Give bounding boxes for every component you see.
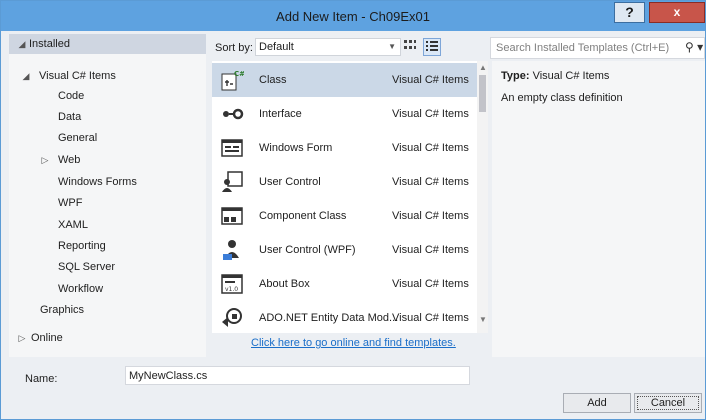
tree-item-xaml[interactable]: XAML bbox=[58, 215, 88, 235]
template-type: Visual C# Items bbox=[392, 278, 469, 290]
scroll-up-arrow-icon[interactable]: ▲ bbox=[479, 63, 487, 72]
type-label: Type: bbox=[501, 70, 530, 82]
medium-icons-view-button[interactable] bbox=[401, 38, 419, 56]
bottom-bar: Name: Add Cancel bbox=[1, 357, 705, 419]
user-control-wpf-icon bbox=[223, 240, 239, 260]
add-new-item-dialog: Add New Item - Ch09Ex01 ? x ◢ Installed ◢… bbox=[0, 0, 706, 420]
sort-by-value: Default bbox=[259, 41, 294, 53]
component-class-icon bbox=[221, 207, 243, 225]
category-tree: ◢ Installed ◢ Visual C# Items Code Data Ge… bbox=[9, 34, 206, 357]
template-name: Class bbox=[259, 74, 287, 86]
user-control-icon bbox=[222, 171, 243, 192]
about-box-icon: v1.0 bbox=[221, 274, 243, 294]
tree-item-windows-forms[interactable]: Windows Forms bbox=[58, 172, 137, 192]
tree-item-installed[interactable]: ◢ Installed bbox=[9, 34, 206, 54]
template-name: Windows Form bbox=[259, 142, 333, 154]
grid-view-icon bbox=[404, 40, 416, 49]
tree-item-online[interactable]: ▷ Online bbox=[15, 328, 63, 348]
template-name: About Box bbox=[259, 278, 310, 290]
tree-item-general[interactable]: General bbox=[58, 128, 97, 148]
template-item-component-class[interactable]: Component Class Visual C# Items bbox=[212, 199, 477, 233]
template-name: ADO.NET Entity Data Mod... bbox=[259, 312, 399, 324]
entity-data-model-icon bbox=[222, 308, 242, 327]
scrollbar-thumb[interactable] bbox=[479, 75, 486, 112]
template-name: User Control (WPF) bbox=[259, 244, 356, 256]
go-online-link[interactable]: Click here to go online and find templat… bbox=[251, 337, 456, 349]
sort-toolbar: Sort by: Default ▼ bbox=[208, 34, 488, 60]
tree-item-web[interactable]: ▷ Web bbox=[38, 150, 81, 170]
sort-by-label: Sort by: bbox=[215, 42, 253, 54]
template-type: Visual C# Items bbox=[392, 312, 469, 324]
search-icon[interactable]: ⚲ ▾ bbox=[685, 40, 703, 54]
template-item-entity-data-model[interactable]: ADO.NET Entity Data Mod... Visual C# Ite… bbox=[212, 301, 477, 333]
chevron-down-icon: ▼ bbox=[388, 42, 396, 51]
close-button[interactable]: x bbox=[649, 2, 705, 23]
expanded-triangle-icon: ◢ bbox=[22, 71, 30, 81]
template-type: Visual C# Items bbox=[392, 108, 469, 120]
template-type: Visual C# Items bbox=[392, 142, 469, 154]
list-view-button[interactable] bbox=[423, 38, 441, 56]
tree-item-code[interactable]: Code bbox=[58, 86, 84, 106]
template-type: Visual C# Items bbox=[392, 244, 469, 256]
tree-item-sql-server[interactable]: SQL Server bbox=[58, 257, 115, 277]
template-name: Component Class bbox=[259, 210, 347, 222]
tree-item-label: Online bbox=[31, 332, 63, 344]
template-item-class[interactable]: C# Class Visual C# Items bbox=[212, 63, 477, 97]
tree-item-graphics[interactable]: Graphics bbox=[40, 300, 84, 320]
template-type: Visual C# Items bbox=[392, 210, 469, 222]
tree-item-label: Installed bbox=[29, 38, 70, 50]
name-field[interactable] bbox=[125, 366, 470, 385]
svg-text:C#: C# bbox=[234, 70, 244, 78]
collapsed-triangle-icon: ▷ bbox=[18, 333, 26, 343]
interface-icon bbox=[223, 108, 244, 120]
cancel-button[interactable]: Cancel bbox=[634, 393, 702, 413]
template-list: C# Class Visual C# Items Interface Visua… bbox=[212, 61, 488, 333]
template-type: Visual C# Items bbox=[392, 176, 469, 188]
tree-item-workflow[interactable]: Workflow bbox=[58, 279, 103, 299]
windows-form-icon bbox=[221, 139, 243, 157]
search-placeholder: Search Installed Templates (Ctrl+E) bbox=[496, 42, 670, 54]
template-item-interface[interactable]: Interface Visual C# Items bbox=[212, 97, 477, 131]
template-name: Interface bbox=[259, 108, 302, 120]
type-value: Visual C# Items bbox=[532, 70, 610, 82]
title-bar: Add New Item - Ch09Ex01 ? x bbox=[1, 1, 705, 31]
search-box[interactable]: Search Installed Templates (Ctrl+E) ⚲ ▾ bbox=[490, 37, 705, 59]
sort-by-dropdown[interactable]: Default ▼ bbox=[255, 38, 401, 56]
class-icon: C# bbox=[221, 70, 244, 91]
window-title: Add New Item - Ch09Ex01 bbox=[276, 9, 430, 24]
type-line: Type: Visual C# Items bbox=[501, 70, 609, 82]
template-description: An empty class definition bbox=[501, 92, 623, 104]
tree-item-data[interactable]: Data bbox=[58, 107, 81, 127]
scroll-down-arrow-icon[interactable]: ▼ bbox=[479, 315, 487, 324]
template-item-user-control[interactable]: User Control Visual C# Items bbox=[212, 165, 477, 199]
svg-text:v1.0: v1.0 bbox=[225, 286, 238, 293]
tree-item-label: Web bbox=[58, 154, 81, 166]
template-item-windows-form[interactable]: Windows Form Visual C# Items bbox=[212, 131, 477, 165]
collapsed-triangle-icon: ▷ bbox=[41, 155, 49, 165]
template-item-about-box[interactable]: v1.0 About Box Visual C# Items bbox=[212, 267, 477, 301]
tree-item-reporting[interactable]: Reporting bbox=[58, 236, 106, 256]
name-label: Name: bbox=[25, 373, 58, 385]
details-pane: Type: Visual C# Items An empty class def… bbox=[492, 61, 705, 357]
tree-item-visual-cs[interactable]: ◢ Visual C# Items bbox=[19, 66, 116, 86]
add-button[interactable]: Add bbox=[563, 393, 631, 413]
expanded-triangle-icon: ◢ bbox=[18, 39, 26, 49]
tree-item-wpf[interactable]: WPF bbox=[58, 193, 82, 213]
tree-item-label: Visual C# Items bbox=[39, 70, 116, 82]
help-button[interactable]: ? bbox=[614, 2, 645, 23]
list-view-icon bbox=[426, 41, 438, 51]
template-type: Visual C# Items bbox=[392, 74, 469, 86]
template-item-user-control-wpf[interactable]: User Control (WPF) Visual C# Items bbox=[212, 233, 477, 267]
template-list-scrollbar[interactable]: ▲ ▼ bbox=[477, 61, 488, 333]
template-name: User Control bbox=[259, 176, 321, 188]
